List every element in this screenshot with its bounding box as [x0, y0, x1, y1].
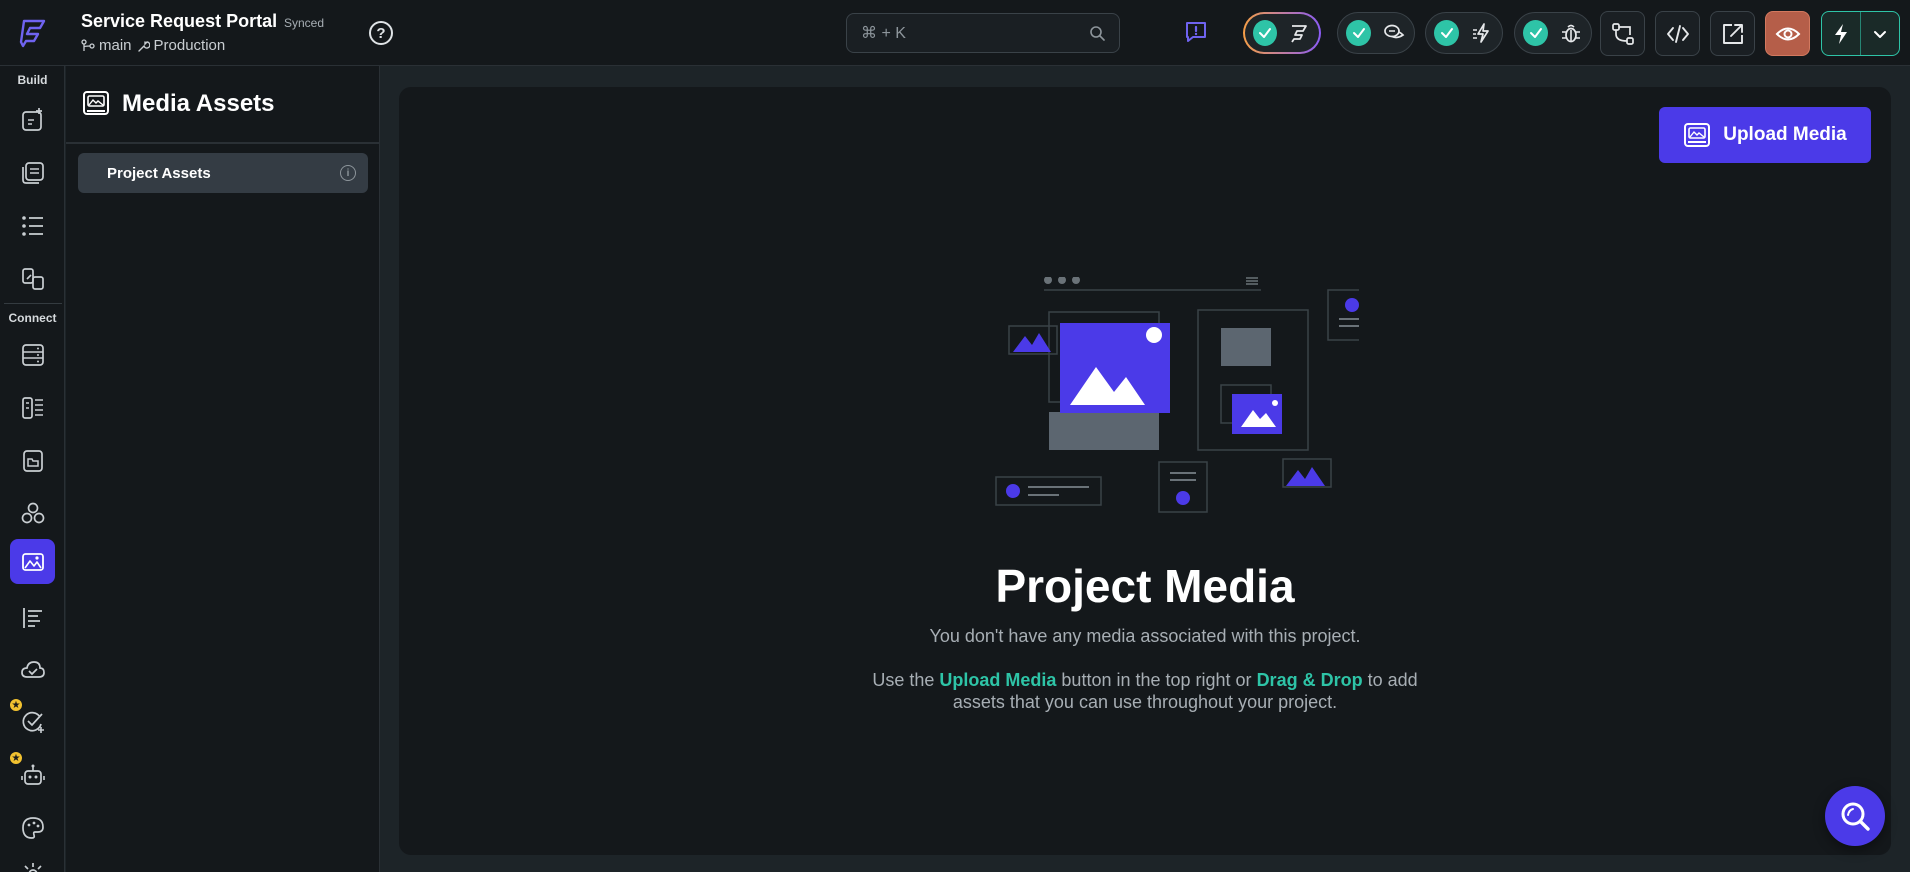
add-page-icon — [21, 107, 42, 131]
project-title[interactable]: Service Request Portal — [81, 11, 277, 32]
pages-icon — [21, 161, 44, 184]
info-icon[interactable]: i — [340, 165, 356, 181]
wrench-icon — [137, 40, 150, 52]
feedback-button[interactable] — [1182, 18, 1210, 46]
rail-item-tests[interactable]: ★ — [8, 697, 55, 744]
hint-drag-drop: Drag & Drop — [1256, 670, 1363, 690]
panel-title: Media Assets — [122, 90, 275, 117]
navigation-rail: Build Connect ★ ★ — [0, 66, 65, 872]
code-button[interactable] — [1655, 11, 1700, 56]
rail-item-widget-tree[interactable] — [10, 203, 55, 248]
star-badge-icon: ★ — [8, 697, 24, 713]
preview-button[interactable] — [1765, 11, 1810, 56]
lightning-icon — [1835, 23, 1847, 44]
rail-item-agents[interactable]: ★ — [8, 750, 55, 797]
run-button[interactable] — [1822, 12, 1860, 55]
command-search[interactable]: ⌘ + K — [846, 13, 1120, 53]
rail-item-add-page[interactable] — [10, 97, 55, 142]
environment-name: Production — [153, 37, 226, 54]
empty-state-hint: Use the Upload Media button in the top r… — [845, 669, 1445, 713]
test-check-icon — [22, 711, 44, 733]
hint-text: Use the — [872, 670, 940, 690]
run-options-dropdown[interactable] — [1861, 12, 1899, 55]
app-logo-icon[interactable] — [14, 14, 52, 52]
flow-status-pill[interactable] — [1243, 12, 1321, 54]
build-section-label: Build — [17, 73, 48, 87]
check-icon — [1523, 20, 1548, 46]
rail-item-theme[interactable] — [10, 805, 55, 850]
branch-icon — [1611, 22, 1634, 45]
upload-media-button[interactable]: Upload Media — [1659, 107, 1871, 163]
sync-status: Synced — [284, 16, 325, 30]
media-icon — [21, 552, 44, 571]
connect-section-label: Connect — [8, 311, 57, 325]
chat-icon — [1381, 20, 1406, 46]
panel-header: Media Assets — [66, 66, 379, 144]
open-external-button[interactable] — [1710, 11, 1755, 56]
api-icon — [21, 396, 43, 419]
gear-icon — [23, 862, 42, 872]
search-icon — [1090, 26, 1105, 41]
upload-media-label: Upload Media — [1723, 124, 1847, 145]
rail-item-data-schema[interactable] — [10, 332, 55, 377]
feedback-icon — [1186, 22, 1206, 42]
help-icon: ? — [376, 24, 386, 42]
chevron-down-icon — [1873, 30, 1886, 38]
rail-item-integrations[interactable] — [10, 491, 55, 536]
hint-text: button in the top right or — [1056, 670, 1257, 690]
hint-upload-media: Upload Media — [939, 670, 1057, 690]
help-button[interactable]: ? — [369, 21, 393, 45]
top-bar: Service Request Portal Synced main Produ… — [0, 0, 1910, 66]
list-icon — [21, 215, 43, 236]
preview-eye-icon — [1775, 27, 1800, 40]
bug-icon — [1558, 20, 1583, 46]
integrations-icon — [21, 502, 44, 523]
empty-state-title: Project Media — [995, 560, 1295, 612]
upload-image-icon — [1684, 123, 1711, 147]
check-icon — [1253, 20, 1277, 46]
actions-status-pill[interactable] — [1425, 12, 1503, 54]
code-icon — [1666, 24, 1689, 43]
app-values-icon — [22, 607, 42, 628]
rail-item-components[interactable] — [10, 256, 55, 301]
database-icon — [21, 343, 44, 366]
rail-item-api-calls[interactable] — [10, 385, 55, 430]
chat-status-pill[interactable] — [1337, 12, 1415, 54]
divider — [1860, 12, 1861, 55]
divider — [4, 303, 62, 304]
palette-icon — [21, 816, 44, 839]
media-content-area[interactable]: Upload Media Project Media You don't hav… — [399, 87, 1891, 855]
robot-icon — [20, 764, 45, 785]
floating-search-button[interactable] — [1825, 786, 1885, 846]
empty-media-illustration — [995, 277, 1359, 513]
actions-icon — [1469, 20, 1494, 46]
branch-icon — [81, 38, 95, 51]
folder-item-project-assets[interactable]: Project Assets i — [78, 153, 368, 193]
rail-item-storage[interactable] — [10, 438, 55, 483]
branch-name: main — [99, 37, 132, 54]
rail-item-media-assets[interactable] — [10, 539, 55, 584]
empty-state-subtitle: You don't have any media associated with… — [929, 626, 1361, 646]
search-shortcut-hint: ⌘ + K — [861, 25, 906, 42]
search-icon — [1841, 802, 1870, 831]
check-icon — [1434, 20, 1459, 46]
branching-button[interactable] — [1600, 11, 1645, 56]
run-button-group — [1821, 11, 1900, 56]
media-icon — [83, 91, 109, 115]
flow-icon — [1287, 20, 1311, 46]
cloud-icon — [20, 660, 45, 678]
components-icon — [21, 267, 44, 290]
rail-item-app-values[interactable] — [10, 595, 55, 640]
branch-info[interactable]: main Production — [81, 37, 225, 54]
rail-item-cloud-functions[interactable] — [10, 647, 55, 692]
rail-item-pages[interactable] — [10, 150, 55, 195]
media-assets-panel: Media Assets Project Assets i — [66, 66, 380, 872]
folder-item-label: Project Assets — [107, 164, 211, 182]
debug-status-pill[interactable] — [1514, 12, 1592, 54]
open-external-icon — [1722, 23, 1743, 44]
check-icon — [1346, 20, 1371, 46]
rail-item-settings[interactable] — [10, 851, 55, 872]
folder-icon — [22, 449, 43, 472]
star-badge-icon: ★ — [8, 750, 24, 766]
